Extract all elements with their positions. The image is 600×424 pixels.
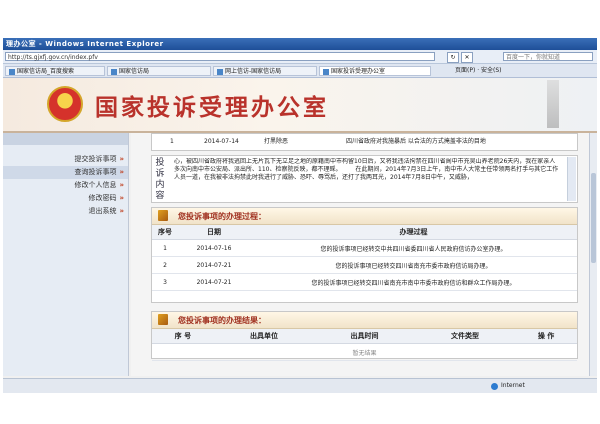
tab-complaint-office[interactable]: 国家投诉受理办公室 xyxy=(319,66,431,76)
arrow-icon: » xyxy=(119,155,124,163)
page-scrollbar[interactable] xyxy=(589,133,597,376)
sidebar-header xyxy=(3,133,128,145)
globe-icon xyxy=(491,383,498,390)
content-scrollbar[interactable] xyxy=(567,157,576,201)
sidebar-item-logout[interactable]: 退出系统» xyxy=(3,205,128,218)
sidebar-item-label: 修改密码 xyxy=(88,194,117,202)
window-title: 理办公室 - Windows Internet Explorer xyxy=(6,40,164,48)
table-row: 3 2014-07-21 您的投诉事项已经转交四川省南充市南中市委市政府信访和群… xyxy=(152,273,577,291)
nav-buttons: ↻ ✕ xyxy=(447,52,475,63)
sidebar-menu: 提交投诉事项» 查询投诉事项» 修改个人信息» 修改密码» 退出系统» xyxy=(3,153,128,218)
tab-favicon-icon xyxy=(323,68,329,75)
pen-icon xyxy=(158,314,168,325)
sidebar-item-label: 修改个人信息 xyxy=(74,181,117,189)
url-field[interactable]: http://ts.gjxfj.gov.cn/index.pfv xyxy=(5,52,435,61)
tab-label: 国家信访局 xyxy=(119,68,150,75)
result-col-time: 出具时间 xyxy=(314,329,415,344)
process-section: 您投诉事项的办理过程： 序号 日期 办理过程 1 2014-07-16 您的投诉… xyxy=(151,207,578,303)
site-banner: 国家投诉受理办公室 xyxy=(3,78,597,133)
sidebar-item-password[interactable]: 修改密码» xyxy=(3,192,128,205)
tab-label: 网上信访-国家信访局 xyxy=(225,68,282,75)
process-col-date: 日期 xyxy=(178,225,250,240)
table-row: 暂无结果 xyxy=(152,343,577,361)
result-section: 您投诉事项的办理结果： 序 号 出具单位 出具时间 文件类型 操 作 暂无结果 xyxy=(151,311,578,361)
security-zone: Internet xyxy=(491,379,525,393)
cell-date: 2014-07-16 xyxy=(178,239,250,257)
complaint-content-text: 心，被四川省政府将我逃回上无片瓦下无立足之地的原籍南中市构留10日后，又将我违法… xyxy=(174,158,559,181)
process-col-process: 办理过程 xyxy=(250,225,577,240)
tab-favicon-icon xyxy=(9,68,15,75)
arrow-icon: » xyxy=(119,181,124,189)
tab-gjxfj[interactable]: 国家信访局 xyxy=(107,66,211,76)
sidebar-item-profile[interactable]: 修改个人信息» xyxy=(3,179,128,192)
site-title: 国家投诉受理办公室 xyxy=(95,94,329,121)
tab-baidu-search[interactable]: 国家信访局_百度搜索 xyxy=(5,66,105,76)
zone-label: Internet xyxy=(501,382,525,389)
tab-label: 国家投诉受理办公室 xyxy=(331,68,386,75)
search-input[interactable]: 百度一下，你就知道 xyxy=(503,52,593,61)
result-empty: 暂无结果 xyxy=(152,343,577,361)
cell-process: 您的投诉事项已经转交四川省南充市委市政府信访局办理。 xyxy=(250,256,577,274)
sidebar-item-label: 提交投诉事项 xyxy=(74,155,117,163)
table-row: 1 2014-07-16 您的投诉事项已经转交中共四川省委四川省人民政府信访办公… xyxy=(152,239,577,257)
result-col-type: 文件类型 xyxy=(414,329,516,344)
summary-date: 2014-07-14 xyxy=(204,138,239,145)
refresh-icon[interactable]: ↻ xyxy=(447,52,459,63)
address-bar: http://ts.gjxfj.gov.cn/index.pfv ↻ ✕ 百度一下… xyxy=(3,50,597,64)
summary-type: 打黑除恶 xyxy=(264,138,289,145)
complaint-content-panel: 投诉内容 心，被四川省政府将我逃回上无片瓦下无立足之地的原籍南中市构留10日后，… xyxy=(151,155,578,203)
result-table: 序 号 出具单位 出具时间 文件类型 操 作 暂无结果 xyxy=(152,329,577,361)
sidebar: 提交投诉事项» 查询投诉事项» 修改个人信息» 修改密码» 退出系统» xyxy=(3,133,129,376)
stop-icon[interactable]: ✕ xyxy=(461,52,473,63)
title-bar: 理办公室 - Windows Internet Explorer xyxy=(3,38,597,50)
tab-online-petition[interactable]: 网上信访-国家信访局 xyxy=(213,66,317,76)
cell-seq: 1 xyxy=(152,239,178,257)
process-title: 您投诉事项的办理过程： xyxy=(178,211,266,221)
cell-seq: 3 xyxy=(152,273,178,291)
result-col-action: 操 作 xyxy=(515,329,577,344)
process-table: 序号 日期 办理过程 1 2014-07-16 您的投诉事项已经转交中共四川省委… xyxy=(152,225,577,291)
toolbar-menu[interactable]: 页面(P) · 安全(S) xyxy=(455,66,502,76)
complaint-content-label: 投诉内容 xyxy=(155,158,165,201)
sidebar-item-submit[interactable]: 提交投诉事项» xyxy=(3,153,128,166)
scrollbar-thumb[interactable] xyxy=(591,173,596,263)
cell-date: 2014-07-21 xyxy=(178,256,250,274)
result-col-seq: 序 号 xyxy=(152,329,214,344)
result-header: 您投诉事项的办理结果： xyxy=(152,312,577,329)
arrow-icon: » xyxy=(119,207,124,215)
cell-date: 2014-07-21 xyxy=(178,273,250,291)
process-col-seq: 序号 xyxy=(152,225,178,240)
summary-seq: 1 xyxy=(170,138,174,145)
result-title: 您投诉事项的办理结果： xyxy=(178,315,266,325)
result-col-unit: 出具单位 xyxy=(213,329,315,344)
monument-image xyxy=(547,80,559,128)
sidebar-item-label: 退出系统 xyxy=(88,207,117,215)
arrow-icon: » xyxy=(119,194,124,202)
tab-favicon-icon xyxy=(111,68,117,75)
table-row: 2 2014-07-21 您的投诉事项已经转交四川省南充市委市政府信访局办理。 xyxy=(152,256,577,274)
main-content: 1 2014-07-14 打黑除恶 四川省政府对我施暴后 以合法的方式掩盖非法的… xyxy=(131,133,597,376)
status-bar: Internet xyxy=(3,378,597,393)
tab-bar: 国家信访局_百度搜索 国家信访局 网上信访-国家信访局 国家投诉受理办公室 页面… xyxy=(3,64,597,78)
sidebar-item-label: 查询投诉事项 xyxy=(74,168,117,176)
process-header: 您投诉事项的办理过程： xyxy=(152,208,577,225)
arrow-icon: » xyxy=(119,168,124,176)
cell-seq: 2 xyxy=(152,256,178,274)
sidebar-item-query[interactable]: 查询投诉事项» xyxy=(3,166,128,179)
national-emblem-icon xyxy=(47,86,83,122)
pen-icon xyxy=(158,210,168,221)
tab-label: 国家信访局_百度搜索 xyxy=(17,68,75,75)
summary-desc: 四川省政府对我施暴后 以合法的方式掩盖非法的目地 xyxy=(346,138,486,145)
tab-favicon-icon xyxy=(217,68,223,75)
complaint-summary-row: 1 2014-07-14 打黑除恶 四川省政府对我施暴后 以合法的方式掩盖非法的… xyxy=(151,133,578,151)
browser-window: 理办公室 - Windows Internet Explorer http://… xyxy=(3,38,597,393)
cell-process: 您的投诉事项已经转交中共四川省委四川省人民政府信访办公室办理。 xyxy=(250,239,577,257)
cell-process: 您的投诉事项已经转交四川省南充市南中市委市政府信访和群众工作局办理。 xyxy=(250,273,577,291)
